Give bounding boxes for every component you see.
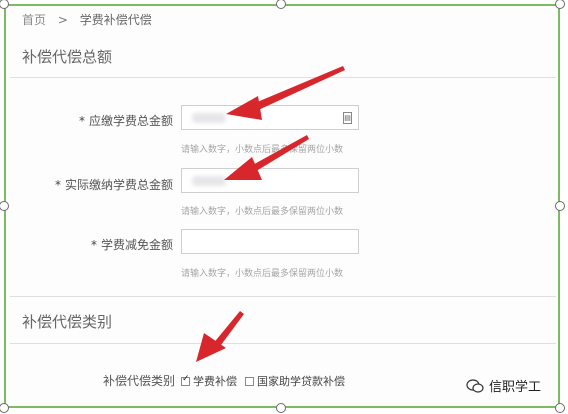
red-arrow-2 <box>224 135 309 180</box>
red-arrow-3 <box>196 311 244 362</box>
annotation-arrows <box>196 66 345 362</box>
red-arrow-1 <box>226 66 345 120</box>
